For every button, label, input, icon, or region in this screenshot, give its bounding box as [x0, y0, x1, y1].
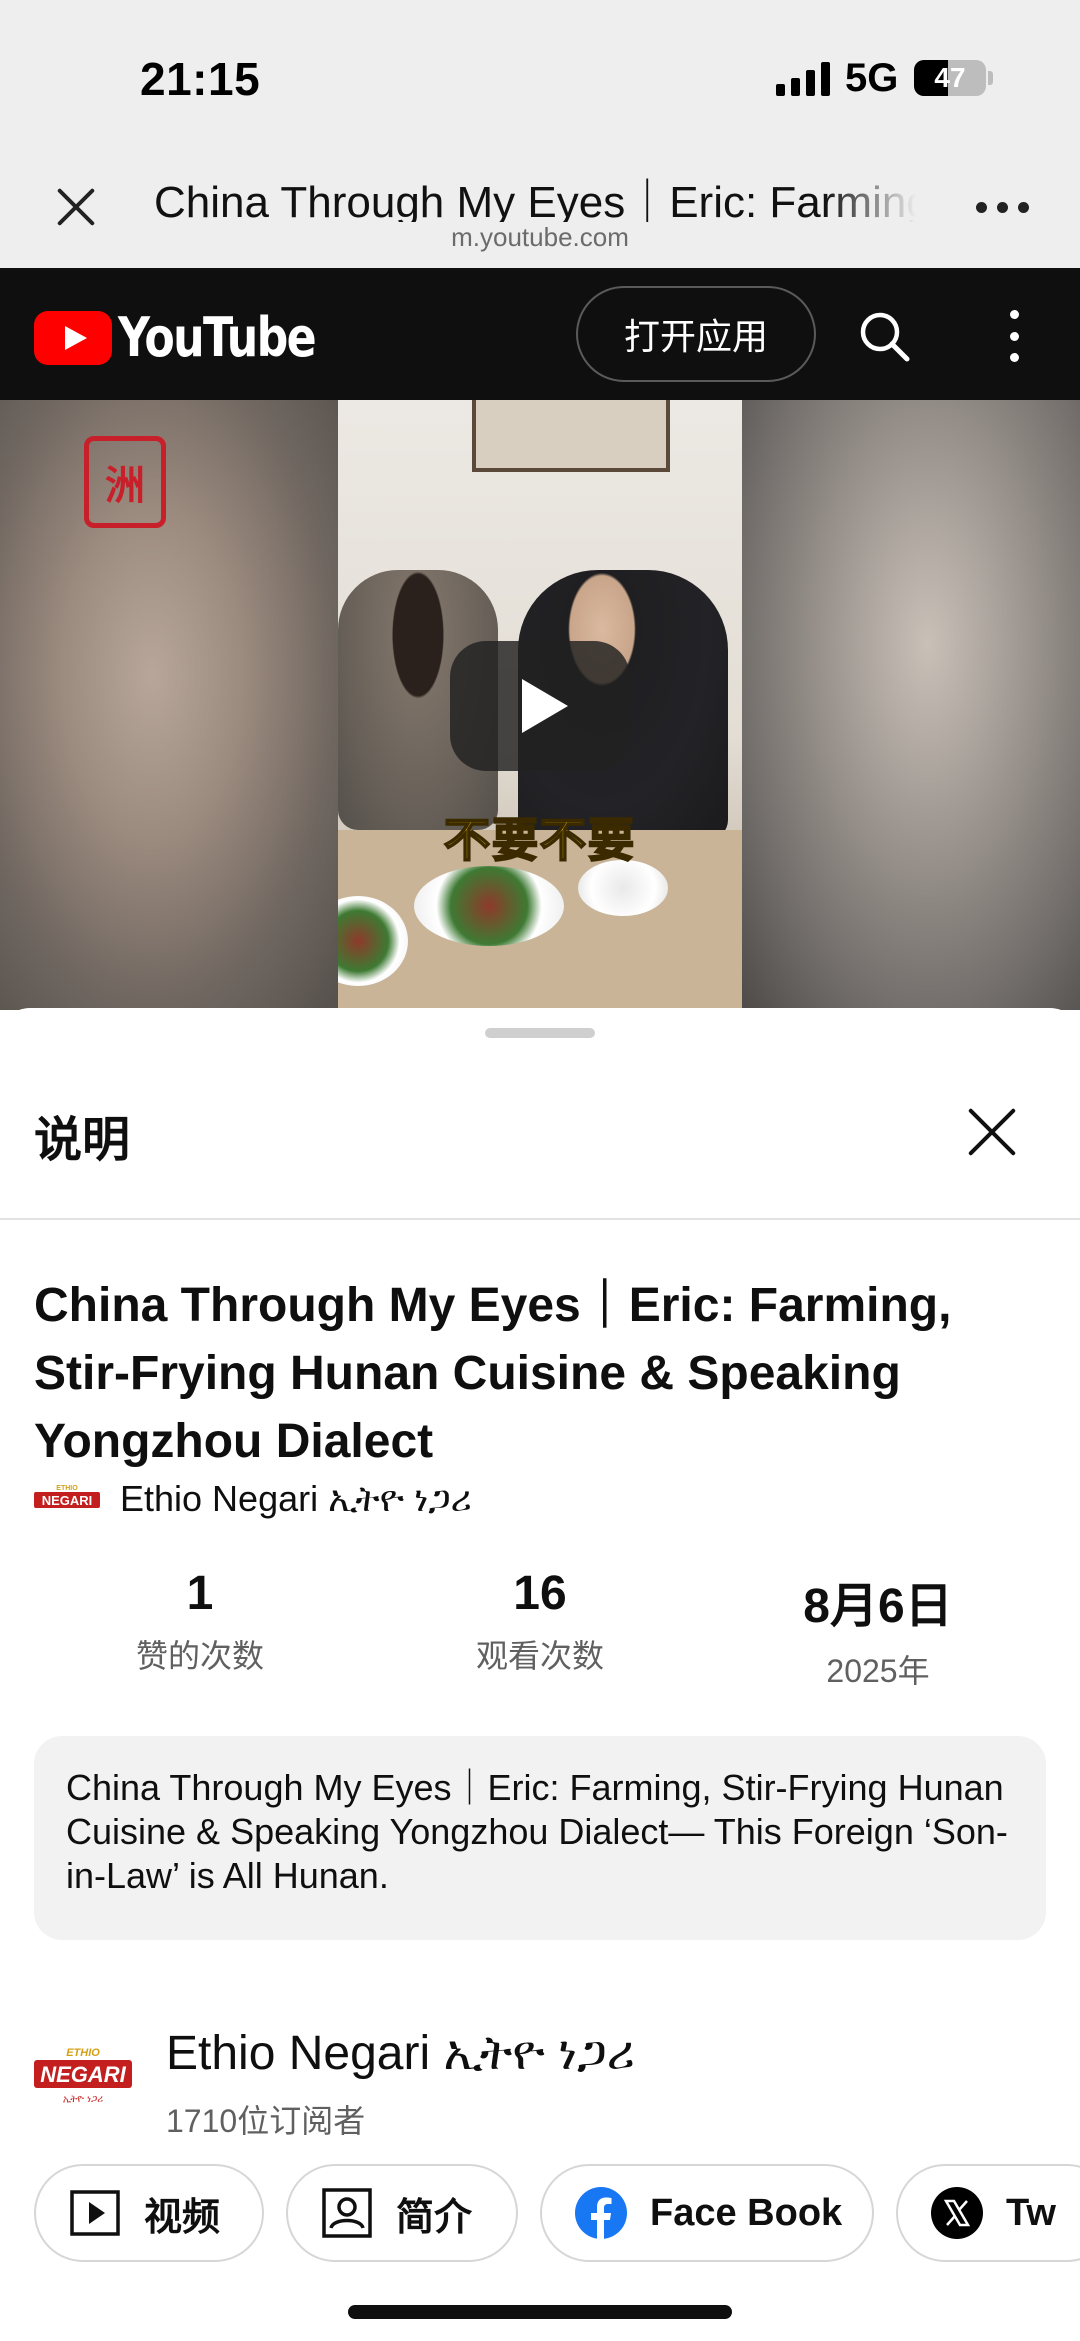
description-sheet: 说明 China Through My Eyes｜Eric: Farming, …: [0, 1008, 1080, 2341]
publish-date: 8月6日: [803, 1580, 953, 1633]
profile-icon: [322, 2188, 372, 2238]
battery-nub: [988, 71, 993, 85]
channel-name: Ethio Negari ኢትዮ ነጋሪ: [120, 1478, 472, 1519]
svg-text:NEGARI: NEGARI: [42, 1493, 93, 1508]
subscriber-count: 1710位订阅者: [166, 2103, 366, 2139]
channel-avatar-large: ETHIO NEGARI ኢትዮ ነጋሪ: [34, 2047, 132, 2105]
video-blur-right: [742, 400, 1080, 1010]
facebook-icon: [575, 2187, 627, 2240]
battery-icon: 47: [914, 60, 986, 96]
video-play-icon: [70, 2190, 120, 2236]
views-count: 16: [513, 1567, 567, 1620]
status-time: 21:15: [140, 53, 261, 105]
svg-text:ETHIO: ETHIO: [66, 2047, 100, 2059]
video-subtitle: 不要不要: [443, 813, 636, 867]
sheet-close-icon[interactable]: [966, 1106, 1018, 1158]
sheet-title: 说明: [34, 1114, 131, 1167]
description-text[interactable]: China Through My Eyes｜Eric: Farming, Sti…: [34, 1736, 1046, 1940]
browser-more-icon[interactable]: [976, 202, 1029, 213]
sheet-drag-handle[interactable]: [485, 1028, 595, 1038]
twitter-chip[interactable]: Tw: [896, 2164, 1080, 2262]
svg-text:ኢትዮ ነጋሪ: ኢትዮ ነጋሪ: [63, 2094, 103, 2105]
search-icon[interactable]: [856, 308, 912, 364]
views-label: 观看次数: [475, 1638, 604, 1674]
channel-links-row: 视频 简介 Face Book Tw: [34, 2164, 1080, 2264]
network-type: 5G: [845, 56, 899, 100]
youtube-play-logo-icon: [34, 310, 112, 365]
battery-level: 47: [934, 62, 966, 93]
youtube-logo-text: YouTube: [118, 306, 317, 369]
likes-stat: 1 赞的次数: [30, 1566, 370, 1677]
twitter-chip-label: Tw: [1006, 2191, 1056, 2234]
videos-chip[interactable]: 视频: [34, 2164, 264, 2262]
facebook-chip-label: Face Book: [650, 2191, 843, 2234]
svg-text:ETHIO: ETHIO: [56, 1485, 78, 1492]
cellular-signal-icon: [776, 60, 830, 96]
youtube-top-bar: YouTube: [0, 268, 1080, 400]
wall-painting: [472, 400, 670, 472]
youtube-menu-icon[interactable]: [1008, 310, 1020, 362]
videos-chip-label: 视频: [144, 2196, 221, 2239]
browser-header: 21:15 5G 47 China Through My Eyes｜Eric: …: [0, 0, 1080, 268]
publish-year: 2025年: [826, 1653, 930, 1689]
browser-url: m.youtube.com: [451, 222, 629, 252]
youtube-logo[interactable]: YouTube: [34, 306, 358, 369]
open-app-button[interactable]: 打开应用: [576, 286, 816, 382]
video-title: China Through My Eyes｜Eric: Farming, Sti…: [34, 1279, 952, 1468]
video-player[interactable]: 不要不要 洲: [0, 400, 1080, 1010]
likes-label: 赞的次数: [135, 1638, 264, 1674]
about-chip[interactable]: 简介: [286, 2164, 518, 2262]
views-stat: 16 观看次数: [370, 1566, 710, 1677]
svg-text:NEGARI: NEGARI: [40, 2062, 126, 2087]
channel-title: Ethio Negari ኢትዮ ነጋሪ: [166, 2027, 635, 2080]
date-stat: 8月6日 2025年: [708, 1566, 1048, 1692]
play-icon[interactable]: [450, 641, 630, 771]
channel-watermark-logo: 洲: [84, 436, 166, 528]
likes-count: 1: [186, 1567, 214, 1620]
dish: [414, 866, 564, 946]
facebook-chip[interactable]: Face Book: [540, 2164, 874, 2262]
browser-page-title: China Through My Eyes｜Eric: Farming, Sti…: [154, 178, 916, 222]
x-twitter-icon: [931, 2187, 983, 2239]
sheet-divider: [0, 1218, 1080, 1220]
channel-row[interactable]: NEGARI ETHIO Ethio Negari ኢትዮ ነጋሪ: [34, 1478, 472, 1521]
about-chip-label: 简介: [396, 2196, 473, 2239]
home-indicator[interactable]: [348, 2305, 732, 2319]
channel-avatar: NEGARI ETHIO: [34, 1485, 100, 1508]
channel-card[interactable]: ETHIO NEGARI ኢትዮ ነጋሪ Ethio Negari ኢትዮ ነጋ…: [34, 2018, 1046, 2139]
video-blur-left: [0, 400, 338, 1010]
